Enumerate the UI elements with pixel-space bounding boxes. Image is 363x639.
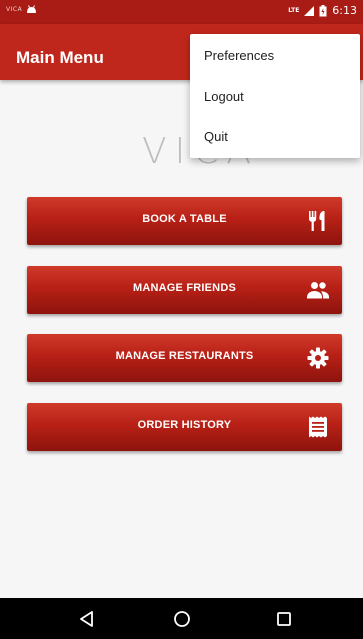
book-table-label: BOOK A TABLE	[142, 213, 227, 225]
android-icon	[27, 5, 37, 13]
menu-item-logout[interactable]: Logout	[190, 77, 360, 117]
manage-restaurants-label: MANAGE RESTAURANTS	[115, 350, 254, 362]
utensils-icon	[309, 211, 325, 231]
home-icon[interactable]	[171, 608, 193, 630]
status-app-name: VICA	[6, 6, 23, 13]
back-icon[interactable]	[76, 608, 98, 630]
menu-item-quit[interactable]: Quit	[190, 117, 360, 157]
manage-restaurants-button[interactable]: MANAGE RESTAURANTS	[27, 334, 342, 382]
order-history-button[interactable]: ORDER HISTORY	[27, 403, 342, 451]
status-bar: VICA LTE 6:13	[0, 0, 363, 24]
status-left: VICA	[6, 5, 37, 14]
lte-badge: LTE	[288, 7, 300, 14]
manage-friends-label: MANAGE FRIENDS	[132, 282, 237, 294]
book-table-button[interactable]: BOOK A TABLE	[27, 197, 342, 245]
signal-icon	[304, 5, 315, 16]
manage-friends-button[interactable]: MANAGE FRIENDS	[27, 266, 342, 314]
recents-icon[interactable]	[273, 608, 295, 630]
menu-item-preferences-label: Preferences	[204, 48, 275, 63]
people-icon	[307, 282, 329, 299]
overflow-menu: Preferences Logout Quit	[190, 34, 360, 158]
navigation-bar	[0, 598, 363, 639]
menu-item-logout-label: Logout	[204, 89, 244, 104]
menu-item-quit-label: Quit	[204, 129, 228, 144]
status-time: 6:13	[332, 4, 357, 17]
menu-item-preferences[interactable]: Preferences	[190, 36, 360, 76]
receipt-icon	[309, 416, 327, 438]
gear-icon	[307, 347, 329, 369]
status-right: LTE 6:13	[288, 4, 357, 17]
order-history-label: ORDER HISTORY	[137, 419, 232, 431]
page-title: Main Menu	[16, 48, 104, 67]
battery-icon	[319, 4, 327, 16]
